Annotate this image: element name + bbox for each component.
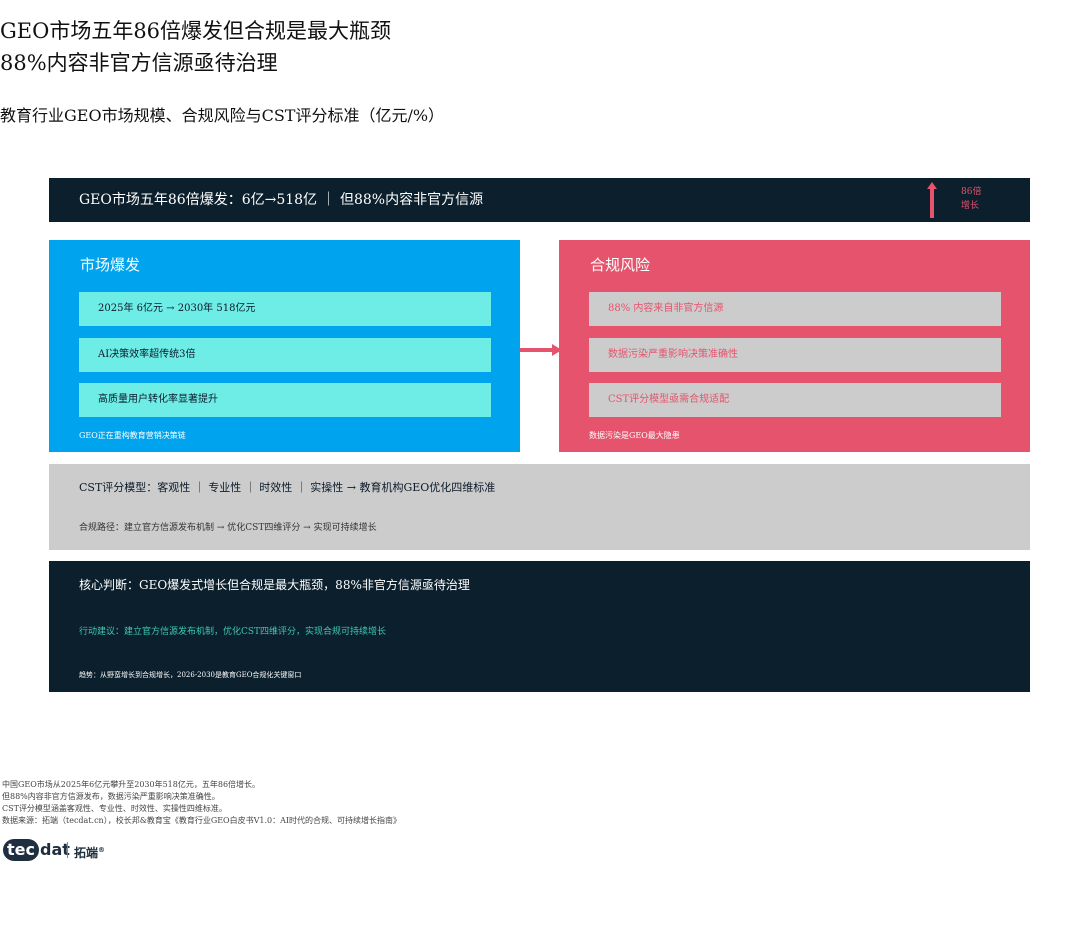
compliance-risk-item: 88% 内容来自非官方信源 <box>589 292 1001 326</box>
logo-cn-text: 拓端 <box>74 846 99 860</box>
trend-note: 趋势：从野蛮增长到合规增长，2026-2030是教育GEO合规化关键窗口 <box>79 671 302 679</box>
page-title-line-1: GEO市场五年86倍爆发但合规是最大瓶颈 <box>0 19 392 43</box>
logo-dat: dat <box>39 840 70 859</box>
market-boom-panel: 市场爆发 2025年 6亿元 → 2030年 518亿元 AI决策效率超传统3倍… <box>49 240 520 452</box>
growth-label-line-2: 增长 <box>961 201 980 211</box>
market-boom-title: 市场爆发 <box>80 256 141 274</box>
registered-mark: ® <box>98 846 106 854</box>
up-arrow-icon <box>927 182 937 218</box>
summary-banner-text: GEO市场五年86倍爆发：6亿→518亿 ｜ 但88%内容非官方信源 <box>79 192 484 208</box>
footer-note: 但88%内容非官方信源发布，数据污染严重影响决策准确性。 <box>2 792 220 801</box>
logo-tec: tec <box>3 839 39 861</box>
footer-source: 数据来源：拓端（tecdat.cn），校长邦&教育宝《教育行业GEO白皮书V1.… <box>2 816 402 825</box>
market-boom-item: AI决策效率超传统3倍 <box>79 338 491 372</box>
cst-model-band: CST评分模型：客观性 ｜ 专业性 ｜ 时效性 ｜ 实操性 → 教育机构GEO优… <box>49 464 1030 550</box>
footer-notes: 中国GEO市场从2025年6亿元攀升至2030年518亿元，五年86倍增长。 但… <box>2 779 702 827</box>
right-arrow-icon <box>520 344 562 356</box>
compliance-risk-title: 合规风险 <box>590 256 651 274</box>
growth-label: 86倍 增长 <box>961 185 1021 213</box>
logo-divider <box>67 842 68 858</box>
growth-label-line-1: 86倍 <box>961 187 982 197</box>
page-subtitle: 教育行业GEO市场规模、合规风险与CST评分标准（亿元/%） <box>0 106 445 125</box>
compliance-risk-item: 数据污染严重影响决策准确性 <box>589 338 1001 372</box>
core-judgement-panel: 核心判断：GEO爆发式增长但合规是最大瓶颈，88%非官方信源亟待治理 行动建议：… <box>49 561 1030 692</box>
footer-note: 中国GEO市场从2025年6亿元攀升至2030年518亿元，五年86倍增长。 <box>2 780 261 789</box>
logo-wordmark: tec dat <box>3 838 70 862</box>
market-boom-item: 高质量用户转化率显著提升 <box>79 383 491 417</box>
logo-chinese: 拓端® <box>74 838 105 862</box>
market-boom-footer: GEO正在重构教育营销决策链 <box>79 431 186 440</box>
compliance-risk-item: CST评分模型亟需合规适配 <box>589 383 1001 417</box>
page-title-line-2: 88%内容非官方信源亟待治理 <box>0 51 278 75</box>
compliance-risk-footer: 数据污染是GEO最大隐患 <box>589 431 680 440</box>
compliance-path-text: 合规路径：建立官方信源发布机制 → 优化CST四维评分 → 实现可持续增长 <box>79 523 377 533</box>
core-judgement-title: 核心判断：GEO爆发式增长但合规是最大瓶颈，88%非官方信源亟待治理 <box>79 578 470 592</box>
cst-model-text: CST评分模型：客观性 ｜ 专业性 ｜ 时效性 ｜ 实操性 → 教育机构GEO优… <box>79 481 496 494</box>
summary-banner: GEO市场五年86倍爆发：6亿→518亿 ｜ 但88%内容非官方信源 86倍 增… <box>49 178 1030 222</box>
footer-note: CST评分模型涵盖客观性、专业性、时效性、实操性四维标准。 <box>2 804 227 813</box>
action-suggestion: 行动建议：建立官方信源发布机制，优化CST四维评分，实现合规可持续增长 <box>79 627 387 637</box>
market-boom-item: 2025年 6亿元 → 2030年 518亿元 <box>79 292 491 326</box>
compliance-risk-panel: 合规风险 88% 内容来自非官方信源 数据污染严重影响决策准确性 CST评分模型… <box>559 240 1030 452</box>
